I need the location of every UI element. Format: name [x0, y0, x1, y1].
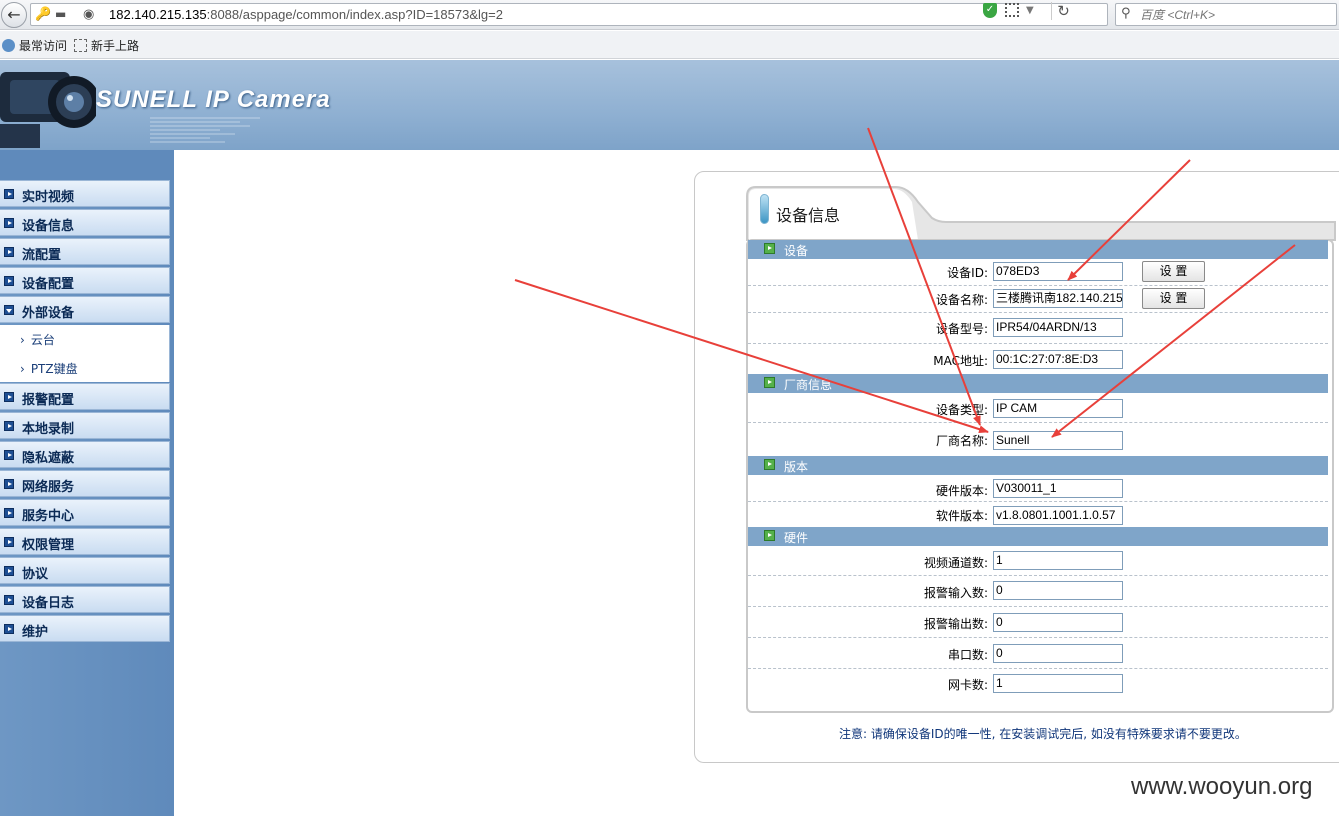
serial-ports-field: 0	[993, 644, 1123, 663]
arrow-icon	[4, 189, 14, 199]
row-device-name: 设备名称: 三楼腾讯南182.140.215 设 置	[748, 286, 1328, 313]
row-nic-count: 网卡数: 1	[748, 669, 1328, 699]
sidebar-item-local-recording[interactable]: 本地录制	[0, 412, 170, 439]
row-video-channels: 视频通道数: 1	[748, 546, 1328, 576]
row-sw-version: 软件版本: v1.8.0801.1001.1.0.57	[748, 502, 1328, 527]
arrow-icon	[764, 459, 775, 470]
arrow-icon	[764, 243, 775, 254]
search-input[interactable]	[1140, 6, 1330, 23]
video-channels-field: 1	[993, 551, 1123, 570]
bookmarks-bar: 最常访问 新手上路	[0, 31, 1339, 59]
arrow-icon	[4, 218, 14, 228]
row-device-type: 设备类型: IP CAM	[748, 393, 1328, 423]
row-serial-ports: 串口数: 0	[748, 638, 1328, 669]
arrow-icon	[4, 276, 14, 286]
key-icon: 🔑	[35, 7, 52, 22]
arrow-icon	[764, 377, 775, 388]
chevron-right-icon: ›	[20, 362, 25, 376]
arrow-icon	[4, 566, 14, 576]
arrow-icon	[4, 421, 14, 431]
tab-indicator	[760, 194, 769, 224]
page-title: 设备信息	[776, 206, 841, 225]
shield-icon[interactable]: ✓	[983, 3, 997, 18]
arrow-icon	[4, 595, 14, 605]
dropdown-arrow-icon[interactable]: ▼	[1026, 5, 1034, 16]
camera-icon	[0, 72, 96, 148]
row-mac: MAC地址: 00:1C:27:07:8E:D3	[748, 344, 1328, 374]
sidebar-item-privacy-mask[interactable]: 隐私遮蔽	[0, 441, 170, 468]
sidebar-item-device-log[interactable]: 设备日志	[0, 586, 170, 613]
reload-icon[interactable]: ↻	[1051, 2, 1075, 20]
search-box[interactable]: ⚲	[1115, 3, 1337, 26]
sidebar-item-external-devices[interactable]: 外部设备	[0, 296, 170, 323]
nic-count-field: 1	[993, 674, 1123, 693]
device-name-field[interactable]: 三楼腾讯南182.140.215	[993, 289, 1123, 308]
section-hardware: 硬件	[748, 527, 1328, 546]
qr-code-icon[interactable]	[1005, 3, 1019, 17]
uniqueness-note: 注意: 请确保设备ID的唯一性, 在安装调试完后, 如没有特殊要求请不要更改。	[839, 727, 1247, 741]
arrow-icon	[4, 624, 14, 634]
sidebar-item-alarm-config[interactable]: 报警配置	[0, 383, 170, 410]
hw-version-field: V030011_1	[993, 479, 1123, 498]
row-vendor-name: 厂商名称: Sunell	[748, 423, 1328, 455]
url-path: :8088/asppage/common/index.asp?ID=18573&…	[206, 7, 503, 22]
alarm-in-field: 0	[993, 581, 1123, 600]
device-id-field[interactable]: 078ED3	[993, 262, 1123, 281]
arrow-icon	[4, 537, 14, 547]
mac-field: 00:1C:27:07:8E:D3	[993, 350, 1123, 369]
chevron-right-icon: ›	[20, 333, 25, 347]
vendor-name-field: Sunell	[993, 431, 1123, 450]
arrow-icon	[4, 508, 14, 518]
section-version: 版本	[748, 456, 1328, 475]
row-device-id: 设备ID: 078ED3 设 置	[748, 259, 1328, 286]
arrow-icon	[4, 450, 14, 460]
url-text: 182.140.215.135:8088/asppage/common/inde…	[109, 7, 503, 22]
row-hw-version: 硬件版本: V030011_1	[748, 475, 1328, 502]
browser-toolbar: ← 🔑 ▬ ◉ 182.140.215.135:8088/asppage/com…	[0, 0, 1339, 30]
sidebar-item-device-config[interactable]: 设备配置	[0, 267, 170, 294]
sidebar-item-permissions[interactable]: 权限管理	[0, 528, 170, 555]
back-button[interactable]: ←	[1, 2, 27, 28]
folder-icon: ▬	[55, 7, 67, 21]
arrow-icon	[4, 392, 14, 402]
arrow-down-icon	[4, 305, 14, 315]
sidebar-item-maintenance[interactable]: 维护	[0, 615, 170, 642]
set-device-id-button[interactable]: 设 置	[1142, 261, 1205, 282]
section-device: 设备	[748, 240, 1328, 259]
sidebar-subitem-ptz[interactable]: › 云台	[20, 331, 55, 348]
brand-logo: SUNELL IP Camera	[96, 86, 331, 113]
sidebar-item-live-video[interactable]: 实时视频	[0, 180, 170, 207]
watermark: www.wooyun.org	[1131, 773, 1313, 800]
bookmark-getting-started[interactable]: 新手上路	[74, 37, 139, 54]
sidebar-item-network-services[interactable]: 网络服务	[0, 470, 170, 497]
device-type-field: IP CAM	[993, 399, 1123, 418]
alarm-out-field: 0	[993, 613, 1123, 632]
row-device-model: 设备型号: IPR54/04ARDN/13	[748, 313, 1328, 344]
row-alarm-in: 报警输入数: 0	[748, 576, 1328, 607]
sidebar-subitem-ptz-keyboard[interactable]: › PTZ键盘	[20, 360, 78, 377]
arrow-icon	[764, 530, 775, 541]
sidebar-item-stream-config[interactable]: 流配置	[0, 238, 170, 265]
section-vendor: 厂商信息	[748, 374, 1328, 393]
address-bar[interactable]: 🔑 ▬ ◉ 182.140.215.135:8088/asppage/commo…	[30, 3, 1108, 26]
arrow-icon	[4, 247, 14, 257]
row-alarm-out: 报警输出数: 0	[748, 607, 1328, 638]
search-icon: ⚲	[1121, 6, 1131, 21]
submenu-external-devices: › 云台 › PTZ键盘	[0, 325, 170, 382]
sidebar-item-protocol[interactable]: 协议	[0, 557, 170, 584]
bookmark-most-visited[interactable]: 最常访问	[2, 37, 67, 54]
bookmark-icon	[2, 39, 15, 52]
sidebar-top	[0, 150, 174, 180]
page-icon	[74, 39, 87, 52]
sidebar-item-device-info[interactable]: 设备信息	[0, 209, 170, 236]
globe-icon: ◉	[83, 7, 95, 22]
device-model-field: IPR54/04ARDN/13	[993, 318, 1123, 337]
sidebar-item-service-center[interactable]: 服务中心	[0, 499, 170, 526]
set-device-name-button[interactable]: 设 置	[1142, 288, 1205, 309]
banner-decoration	[150, 117, 260, 143]
url-host: 182.140.215.135	[109, 7, 207, 22]
sw-version-field: v1.8.0801.1001.1.0.57	[993, 506, 1123, 525]
arrow-icon	[4, 479, 14, 489]
